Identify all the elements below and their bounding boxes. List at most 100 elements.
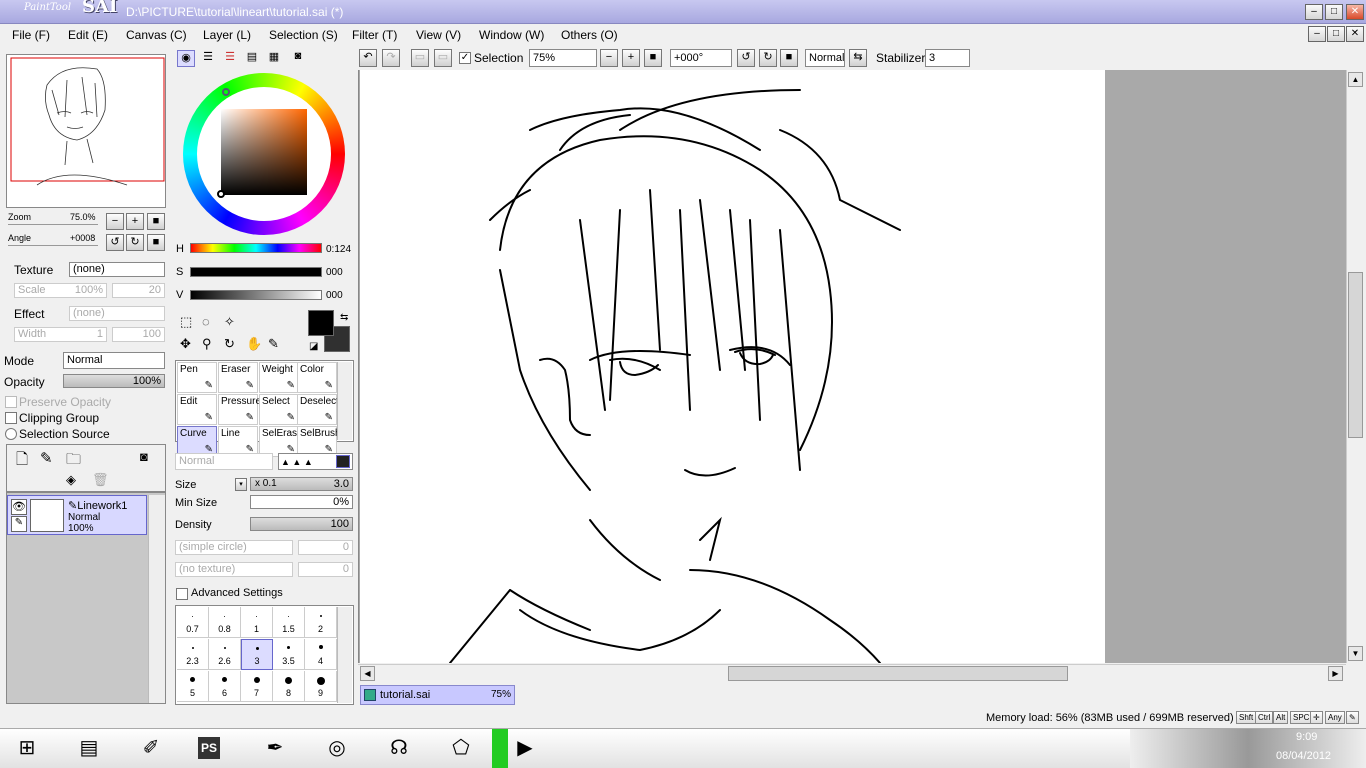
brush-edge-hard-icon[interactable] <box>336 455 350 468</box>
brush-blend-select[interactable]: Normal <box>175 453 273 470</box>
scroll-down-button[interactable]: ▼ <box>1348 646 1363 661</box>
brush-shape-select[interactable]: (simple circle) <box>175 540 293 555</box>
hue-marker[interactable] <box>222 88 230 96</box>
brush-size-preset[interactable]: 0.8 <box>209 607 241 638</box>
deselect-button[interactable]: ▭ <box>411 49 429 67</box>
photoshop-icon[interactable]: PS <box>198 737 220 759</box>
preserve-opacity-checkbox[interactable] <box>5 396 17 408</box>
document-tab[interactable]: tutorial.sai 75% <box>360 685 515 705</box>
zoom-in-button[interactable]: + <box>126 213 144 230</box>
start-orb-icon[interactable]: ⊞ <box>12 733 42 763</box>
shape-icon[interactable]: ⬠ <box>446 733 476 763</box>
lasso-icon[interactable]: ◌ <box>202 314 210 329</box>
density-slider[interactable]: 100 <box>250 517 353 531</box>
angle-select[interactable]: +000° <box>670 49 732 67</box>
tool-eraser[interactable]: Eraser ✎ <box>218 362 258 393</box>
doc-close-button[interactable]: ✕ <box>1346 26 1364 42</box>
close-button[interactable]: ✕ <box>1346 4 1364 20</box>
selection-source-checkbox[interactable] <box>5 428 17 440</box>
brush-size-preset[interactable]: 8 <box>273 671 305 702</box>
zoom-tool-icon[interactable]: ⚲ <box>202 336 212 352</box>
doc-minimize-button[interactable]: ‒ <box>1308 26 1326 42</box>
paintbrush-icon[interactable]: ✐ <box>136 733 166 763</box>
minimize-button[interactable]: ‒ <box>1305 4 1323 20</box>
hand-icon[interactable]: ✋ <box>246 336 262 352</box>
brush-size-preset[interactable]: 1 <box>241 607 273 638</box>
horizontal-scroll-thumb[interactable] <box>728 666 1068 681</box>
layer-opacity-slider[interactable]: 100% <box>63 374 165 388</box>
toolbar-rotate-reset-button[interactable]: ■ <box>780 49 798 67</box>
layer-edit-icon[interactable]: ✎ <box>11 516 27 532</box>
transparent-color-icon[interactable]: ◪ <box>309 341 318 352</box>
rgb-slider-tab[interactable]: ☰ <box>199 50 217 67</box>
sv-square[interactable] <box>221 109 307 195</box>
doc-restore-button[interactable]: □ <box>1327 26 1345 42</box>
brush-edge-selector[interactable]: ▲ ▲ ▲ <box>278 453 353 470</box>
new-layer-icon[interactable]: 🗋 <box>16 449 28 474</box>
zoom-select[interactable]: 75% <box>529 49 597 67</box>
menu-others[interactable]: Others (O) <box>561 28 618 42</box>
brush-size-preset[interactable]: 2 <box>305 607 337 638</box>
menu-edit[interactable]: Edit (E) <box>68 28 108 42</box>
layer-list-scrollbar[interactable] <box>148 495 165 703</box>
zoom-slider[interactable] <box>8 224 98 225</box>
toolbar-rotate-right-button[interactable]: ↻ <box>759 49 777 67</box>
brush-size-preset[interactable]: 0.7 <box>177 607 209 638</box>
layer-visibility-icon[interactable]: 👁 <box>11 499 27 515</box>
stabilizer-select[interactable]: 3 <box>925 49 970 67</box>
network-icon[interactable]: ☊ <box>384 733 414 763</box>
chrome-icon[interactable]: ◎ <box>322 733 352 763</box>
clear-layer-icon[interactable]: ◈ <box>66 472 76 488</box>
mixer-tab[interactable]: ◙ <box>289 50 307 67</box>
move-icon[interactable]: ✥ <box>180 336 191 352</box>
scratchpad-tab[interactable]: ▦ <box>265 50 283 67</box>
presets-scrollbar[interactable] <box>337 607 352 703</box>
zoom-out-button[interactable]: − <box>106 213 124 230</box>
quill-icon[interactable]: ✒ <box>260 733 290 763</box>
menu-window[interactable]: Window (W) <box>479 28 544 42</box>
maximize-button[interactable]: □ <box>1325 4 1343 20</box>
brush-size-preset[interactable]: 3.5 <box>273 639 305 670</box>
navigator-preview[interactable] <box>6 54 166 208</box>
brush-size-preset[interactable]: 9 <box>305 671 337 702</box>
menu-view[interactable]: View (V) <box>416 28 461 42</box>
color-wheel-tab[interactable]: ◉ <box>177 50 195 67</box>
canvas-horizontal-scrollbar[interactable]: ◀ ▶ <box>358 664 1346 681</box>
explorer-icon[interactable]: ▤ <box>74 733 104 763</box>
advanced-settings-checkbox[interactable] <box>176 588 188 600</box>
toolbar-rotate-left-button[interactable]: ↺ <box>737 49 755 67</box>
invert-selection-button[interactable]: ▭ <box>434 49 452 67</box>
view-blend-select[interactable]: Normal <box>805 49 845 67</box>
primary-color-swatch[interactable] <box>308 310 334 336</box>
tool-select[interactable]: Select ✎ <box>259 394 299 425</box>
saturation-slider[interactable] <box>190 267 322 277</box>
angle-slider[interactable] <box>8 245 98 246</box>
swatches-tab[interactable]: ▤ <box>243 50 261 67</box>
hue-ring[interactable] <box>183 73 345 235</box>
layer-mask-icon[interactable]: ◙ <box>140 449 148 464</box>
brush-size-preset[interactable]: 1.5 <box>273 607 305 638</box>
rotate-right-button[interactable]: ↻ <box>126 234 144 251</box>
scroll-up-button[interactable]: ▲ <box>1348 72 1363 87</box>
drawing-canvas[interactable] <box>360 70 1105 664</box>
texture-select[interactable]: (none) <box>69 262 165 277</box>
rotate-left-button[interactable]: ↺ <box>106 234 124 251</box>
media-player-icon[interactable]: ▶ <box>510 733 540 763</box>
effect-select[interactable]: (none) <box>69 306 165 321</box>
brush-size-slider[interactable]: x 0.1 3.0 <box>250 477 353 491</box>
toolbar-zoom-out-button[interactable]: − <box>600 49 618 67</box>
tool-grid-scrollbar[interactable] <box>337 362 352 440</box>
selection-toggle-checkbox[interactable]: ✓ <box>459 52 471 64</box>
scroll-right-button[interactable]: ▶ <box>1328 666 1343 681</box>
brush-size-preset[interactable]: 7 <box>241 671 273 702</box>
zoom-reset-button[interactable]: ■ <box>147 213 165 230</box>
delete-layer-icon[interactable]: 🗑 <box>92 472 109 488</box>
canvas-vertical-scrollbar[interactable]: ▲ ▼ <box>1346 70 1363 663</box>
brush-size-preset[interactable]: 6 <box>209 671 241 702</box>
rotate-tool-icon[interactable]: ↻ <box>224 336 235 352</box>
brush-size-preset[interactable]: 2.6 <box>209 639 241 670</box>
sv-marker[interactable] <box>217 190 225 198</box>
menu-selection[interactable]: Selection (S) <box>269 28 338 42</box>
magic-wand-icon[interactable]: ✧ <box>224 314 235 330</box>
brush-texture-select[interactable]: (no texture) <box>175 562 293 577</box>
